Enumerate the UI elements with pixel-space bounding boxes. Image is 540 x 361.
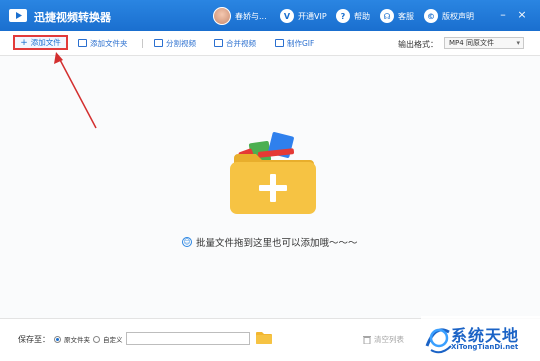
trash-icon <box>363 336 371 344</box>
split-video-label: 分割视频 <box>166 38 196 48</box>
plus-icon: + <box>20 37 28 48</box>
clear-list-label: 清空列表 <box>374 335 404 344</box>
gif-icon <box>275 39 284 47</box>
drop-hint: ☺ 批量文件拖到这里也可以添加哦～～～ <box>182 235 358 249</box>
drop-hint-text: 批量文件拖到这里也可以添加哦～～～ <box>196 238 358 249</box>
output-format-select[interactable]: MP4 同原文件 ▾ <box>444 37 524 49</box>
watermark-url: XiTongTianDi.net <box>451 343 519 351</box>
save-path-input[interactable] <box>126 332 250 345</box>
clear-list-button[interactable]: 清空列表 <box>363 334 404 345</box>
add-file-button[interactable]: + 添加文件 <box>13 35 68 50</box>
radio-original-label: 原文件夹 <box>64 336 90 344</box>
vip-button[interactable]: V 开通VIP <box>280 7 327 25</box>
make-gif-label: 制作GIF <box>287 38 315 48</box>
vip-icon: V <box>280 9 294 23</box>
radio-custom-label: 自定义 <box>103 336 123 344</box>
app-window: 迅捷视频转换器 春娇与... V 开通VIP ? 帮助 ☊ 客服 © 版权声明 … <box>0 0 540 361</box>
service-label: 客服 <box>398 11 414 21</box>
copyright-button[interactable]: © 版权声明 <box>424 7 474 25</box>
help-icon: ? <box>336 9 350 23</box>
merge-video-label: 合并视频 <box>226 38 256 48</box>
save-to-label: 保存至： <box>18 335 50 344</box>
help-label: 帮助 <box>354 11 370 21</box>
browse-folder-icon[interactable] <box>256 331 272 344</box>
vip-label: 开通VIP <box>298 11 327 21</box>
radio-custom-folder[interactable]: 自定义 <box>93 334 123 344</box>
split-video-button[interactable]: 分割视频 <box>154 36 196 50</box>
toolbar-divider <box>142 39 143 48</box>
merge-video-button[interactable]: 合并视频 <box>214 36 256 50</box>
copyright-label: 版权声明 <box>442 11 474 21</box>
avatar <box>213 7 231 25</box>
user-name: 春娇与... <box>235 11 267 21</box>
radio-button[interactable] <box>93 335 100 343</box>
make-gif-button[interactable]: 制作GIF <box>275 36 314 50</box>
add-file-label: 添加文件 <box>30 38 61 47</box>
title-bar: 迅捷视频转换器 春娇与... V 开通VIP ? 帮助 ☊ 客服 © 版权声明 … <box>0 0 540 31</box>
add-folder-icon[interactable] <box>230 130 316 214</box>
app-title: 迅捷视频转换器 <box>34 11 111 24</box>
close-button[interactable]: × <box>516 9 528 21</box>
merge-icon <box>214 39 223 47</box>
folder-icon <box>78 39 87 47</box>
user-account[interactable]: 春娇与... <box>213 7 267 25</box>
add-folder-label: 添加文件夹 <box>90 38 128 48</box>
smile-icon: ☺ <box>182 237 192 247</box>
copyright-icon: © <box>424 9 438 23</box>
radio-original-folder[interactable]: 原文件夹 <box>54 334 90 344</box>
output-format-value: MP4 同原文件 <box>449 39 494 47</box>
crop-icon <box>154 39 163 47</box>
headset-icon: ☊ <box>380 9 394 23</box>
add-folder-button[interactable]: 添加文件夹 <box>78 36 128 50</box>
minimize-button[interactable]: – <box>497 9 509 21</box>
app-logo-icon <box>9 9 27 22</box>
output-format-label: 输出格式： <box>398 40 438 49</box>
service-button[interactable]: ☊ 客服 <box>380 7 414 25</box>
annotation-arrow-icon <box>54 52 97 129</box>
help-button[interactable]: ? 帮助 <box>336 7 370 25</box>
radio-button-selected[interactable] <box>54 335 61 343</box>
chevron-down-icon: ▾ <box>516 39 520 47</box>
